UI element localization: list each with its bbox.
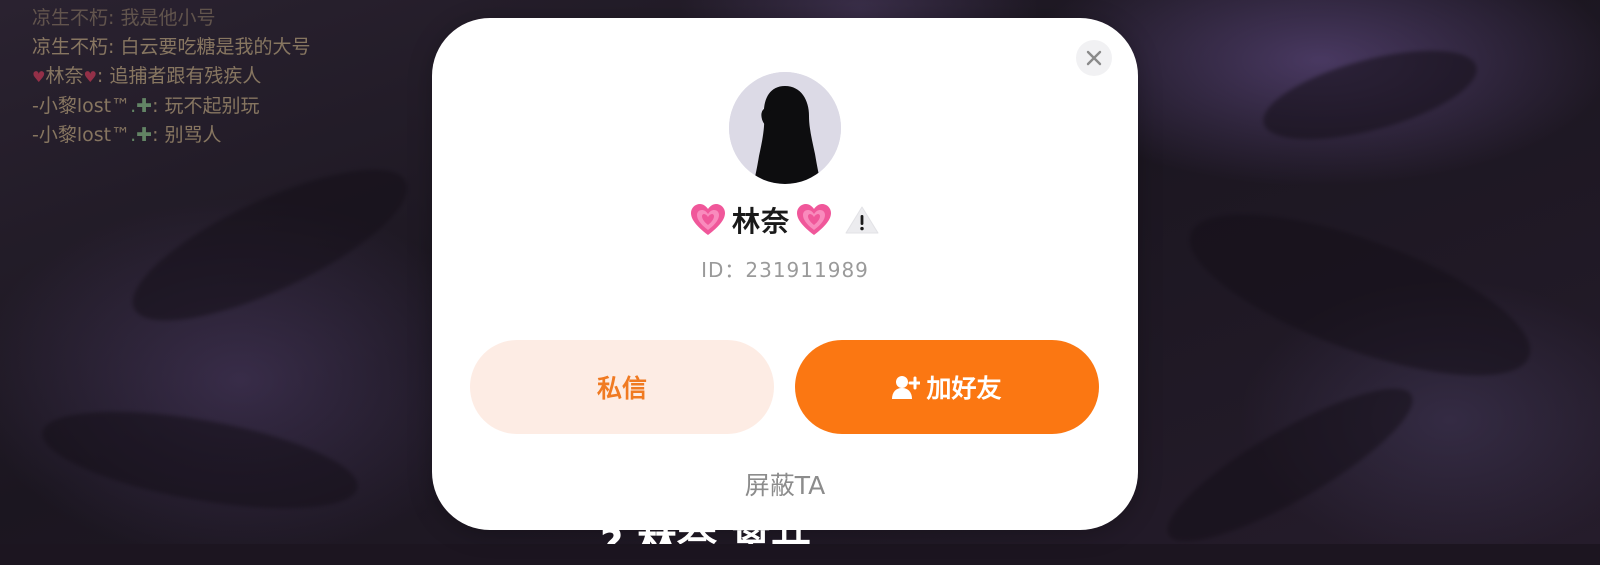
add-friend-button[interactable]: 加好友	[795, 340, 1099, 434]
add-friend-label: 加好友	[926, 374, 1002, 403]
badge-icon: .✚	[130, 124, 153, 146]
system-message-partial: ? 林奈 离开	[600, 524, 960, 544]
chat-message: ♥林奈♥: 追捕者跟有残疾人	[32, 65, 262, 87]
profile-name-row: 林奈	[432, 198, 1138, 242]
avatar-silhouette-icon	[729, 72, 841, 184]
badge-icon: .✚	[130, 95, 153, 117]
user-id: ID：231911989	[701, 258, 869, 282]
heart-icon: ♥	[32, 68, 46, 86]
warning-icon[interactable]	[844, 205, 880, 235]
chat-message: -小黎lost™.✚: 玩不起别玩	[32, 95, 260, 117]
private-message-label: 私信	[596, 374, 647, 403]
heart-icon: ♥	[83, 68, 97, 86]
close-icon	[1086, 50, 1102, 66]
chat-feed: 凉生不朽: 我是他小号 凉生不朽: 白云要吃糖是我的大号 ♥林奈♥: 追捕者跟有…	[32, 7, 311, 150]
chat-message: -小黎lost™.✚: 别骂人	[32, 124, 222, 146]
user-name: 林奈	[731, 205, 790, 238]
close-button[interactable]	[1076, 40, 1112, 76]
user-profile-dialog: 林奈 ID：231911989 私信 加好友 屏蔽TA	[432, 18, 1138, 530]
heart-icon	[690, 204, 725, 235]
chat-message: 凉生不朽: 白云要吃糖是我的大号	[32, 36, 311, 58]
chat-message: 凉生不朽: 我是他小号	[32, 7, 216, 29]
add-user-icon	[892, 376, 921, 399]
block-user-link[interactable]: 屏蔽TA	[432, 466, 1138, 502]
avatar[interactable]	[729, 72, 841, 184]
heart-icon	[797, 204, 831, 235]
private-message-button[interactable]: 私信	[470, 340, 774, 434]
